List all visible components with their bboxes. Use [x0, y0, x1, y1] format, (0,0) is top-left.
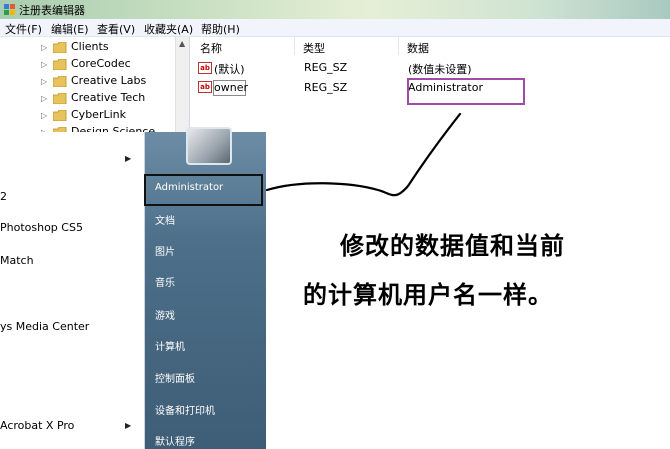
annotation-text-line1: 修改的数据值和当前 [340, 232, 565, 260]
sm-link-music[interactable]: 音乐 [155, 274, 175, 289]
annotation-text-line2: 的计算机用户名一样。 [303, 281, 553, 309]
tree-item[interactable]: ▷ CoreCodec [0, 56, 175, 73]
folder-icon [53, 110, 67, 121]
expand-arrow-icon[interactable]: ▷ [41, 94, 47, 103]
window-title: 注册表编辑器 [19, 4, 85, 17]
tree-scrollbar[interactable]: ▲ [175, 37, 189, 137]
tree-item-label: Creative Tech [71, 91, 146, 104]
program-item[interactable]: Photoshop CS5 [0, 221, 83, 234]
regedit-icon [4, 4, 15, 15]
tree-item-label: CoreCodec [71, 57, 131, 70]
folder-icon [53, 93, 67, 104]
menu-help[interactable]: 帮助(H) [201, 21, 240, 37]
admin-highlight-box [144, 174, 263, 206]
tree-item[interactable]: ▷ CyberLink [0, 107, 175, 124]
sm-link-devices-printers[interactable]: 设备和打印机 [155, 402, 215, 417]
column-header-data[interactable]: 数据 [407, 40, 429, 56]
sm-link-computer[interactable]: 计算机 [155, 338, 185, 353]
value-data: (数值未设置) [408, 63, 472, 76]
menu-favorites[interactable]: 收藏夹(A) [144, 21, 193, 37]
program-item[interactable]: Acrobat X Pro [0, 419, 74, 432]
program-item[interactable]: 2 [0, 190, 7, 203]
submenu-arrow-icon[interactable]: ▶ [125, 154, 131, 163]
value-type: REG_SZ [304, 61, 348, 74]
sm-link-games[interactable]: 游戏 [155, 307, 175, 322]
expand-arrow-icon[interactable]: ▷ [41, 111, 47, 120]
program-item[interactable]: Match [0, 254, 34, 267]
string-value-icon: ab [198, 81, 212, 93]
registry-tree: ▷ Clients ▷ CoreCodec ▷ Creative Labs ▷ … [0, 37, 190, 138]
start-menu-programs: ▶ 2 Photoshop CS5 Match ys Media Center … [0, 132, 145, 449]
value-name: (默认) [214, 63, 245, 76]
folder-icon [53, 76, 67, 87]
submenu-arrow-icon[interactable]: ▶ [125, 421, 131, 430]
menu-view[interactable]: 查看(V) [97, 21, 135, 37]
string-value-icon: ab [198, 62, 212, 74]
menu-bar: 文件(F) 编辑(E) 查看(V) 收藏夹(A) 帮助(H) [0, 19, 670, 37]
expand-arrow-icon[interactable]: ▷ [41, 77, 47, 86]
expand-arrow-icon[interactable]: ▷ [41, 43, 47, 52]
value-type: REG_SZ [304, 81, 348, 94]
sm-link-pictures[interactable]: 图片 [155, 243, 175, 258]
menu-edit[interactable]: 编辑(E) [51, 21, 89, 37]
menu-file[interactable]: 文件(F) [5, 21, 42, 37]
tree-item-label: Creative Labs [71, 74, 147, 87]
tree-item[interactable]: ▷ Clients [0, 39, 175, 56]
value-name: owner [214, 81, 248, 94]
column-header-name[interactable]: 名称 [200, 40, 222, 56]
program-item[interactable]: ys Media Center [0, 320, 89, 333]
sm-link-default-programs[interactable]: 默认程序 [155, 433, 195, 448]
data-highlight-box [407, 78, 525, 105]
title-bar: 注册表编辑器 [0, 0, 670, 19]
screenshot: 注册表编辑器 文件(F) 编辑(E) 查看(V) 收藏夹(A) 帮助(H) ▷ … [0, 0, 670, 449]
sm-link-documents[interactable]: 文档 [155, 212, 175, 227]
tree-item[interactable]: ▷ Creative Tech [0, 90, 175, 107]
user-avatar[interactable] [186, 127, 232, 165]
sm-link-control-panel[interactable]: 控制面板 [155, 370, 195, 385]
tree-item-label: CyberLink [71, 108, 126, 121]
tree-item-label: Clients [71, 40, 109, 53]
scroll-up-icon[interactable]: ▲ [179, 39, 185, 48]
column-separator[interactable] [398, 37, 399, 55]
column-header-type[interactable]: 类型 [303, 40, 325, 56]
folder-icon [53, 42, 67, 53]
column-separator[interactable] [294, 37, 295, 55]
folder-icon [53, 59, 67, 70]
expand-arrow-icon[interactable]: ▷ [41, 60, 47, 69]
tree-item[interactable]: ▷ Creative Labs [0, 73, 175, 90]
